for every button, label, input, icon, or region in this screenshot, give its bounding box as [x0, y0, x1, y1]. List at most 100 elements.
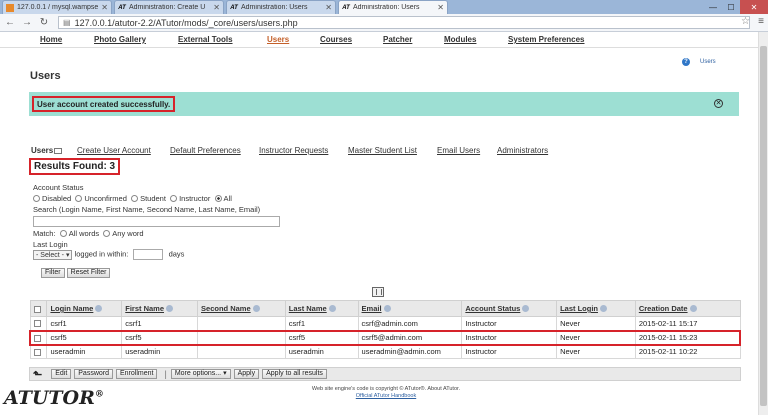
last-login-select[interactable]: - Select - ▾ — [33, 249, 73, 260]
logo-text: ATUTOR — [4, 387, 95, 409]
sort-icon[interactable] — [95, 305, 103, 312]
subnav-create-user-account[interactable]: Create User Account — [77, 146, 151, 155]
column-header-last-login[interactable]: Last Login — [556, 300, 636, 317]
status-radio-all[interactable] — [214, 195, 222, 202]
browser-tab-active[interactable]: AT Administration: Users ✕ — [338, 0, 448, 14]
match-radio-all-words[interactable] — [59, 230, 67, 237]
maximize-icon[interactable]: ☐ — [722, 0, 740, 14]
header-label: Second Name — [201, 304, 251, 313]
nav-users[interactable]: Users — [267, 35, 289, 44]
filter-button[interactable]: Filter — [41, 268, 65, 278]
users-table: Login Name First Name Second Name Last N… — [29, 300, 741, 359]
select-all-cell — [29, 300, 48, 317]
top-navigation: Home Photo Gallery External Tools Users … — [0, 32, 758, 48]
subnav-master-student-list[interactable]: Master Student List — [348, 146, 417, 155]
cell-email: csrf@admin.com — [357, 316, 463, 331]
close-feedback-icon[interactable]: ✕ — [714, 99, 723, 108]
tab-title: 127.0.0.1 / mysql.wampse — [17, 4, 99, 11]
footer-handbook-link[interactable]: Official ATutor Handbook — [296, 393, 476, 400]
column-header-login-name[interactable]: Login Name — [46, 300, 123, 317]
cell-first-name: csrf5 — [121, 329, 199, 346]
scrollbar-thumb[interactable] — [760, 46, 767, 406]
status-radio-student[interactable] — [131, 195, 139, 202]
cell-login-name: useradmin — [46, 344, 123, 359]
status-radio-instructor[interactable] — [170, 195, 178, 202]
apply-to-all-button[interactable]: Apply to all results — [262, 369, 327, 379]
sort-icon[interactable] — [328, 305, 336, 312]
page-icon: ▤ — [63, 18, 71, 27]
bookmark-star-icon[interactable]: ☆ — [741, 16, 750, 27]
match-radio-any-word[interactable] — [103, 230, 111, 237]
collapse-icon[interactable] — [54, 147, 63, 154]
more-options-select[interactable]: More options... ▾ — [170, 369, 231, 379]
help-link[interactable]: ? Users — [682, 56, 716, 67]
status-radio-disabled[interactable] — [33, 195, 40, 202]
bulk-action-bar: ⬑ Edit Password Enrollment | More option… — [29, 367, 741, 381]
browser-tab[interactable]: AT Administration: Users ✕ — [226, 0, 336, 14]
nav-external-tools[interactable]: External Tools — [178, 35, 233, 44]
subnav-email-users[interactable]: Email Users — [437, 146, 480, 155]
url-field[interactable]: ▤ 127.0.0.1/atutor-2.2/ATutor/mods/_core/… — [58, 16, 750, 29]
page-scrollbar[interactable] — [758, 32, 768, 415]
column-header-email[interactable]: Email — [357, 300, 463, 317]
subnav-default-preferences[interactable]: Default Preferences — [170, 146, 241, 155]
browser-tab[interactable]: 127.0.0.1 / mysql.wampse ✕ — [2, 0, 112, 14]
sort-icon[interactable] — [166, 305, 174, 312]
enrollment-button[interactable]: Enrollment — [116, 369, 158, 379]
sort-icon[interactable] — [522, 305, 530, 312]
reload-icon[interactable]: ↻ — [37, 16, 51, 30]
close-tab-icon[interactable]: ✕ — [437, 3, 444, 12]
footer: Web site engine's code is copyright © AT… — [296, 386, 476, 400]
days-input[interactable] — [133, 249, 164, 260]
column-header-last-name[interactable]: Last Name — [284, 300, 359, 317]
cell-email: csrf5@admin.com — [357, 329, 463, 346]
select-all-checkbox[interactable] — [33, 305, 41, 313]
nav-patcher[interactable]: Patcher — [383, 35, 412, 44]
column-header-first-name[interactable]: First Name — [121, 300, 199, 317]
browser-tab[interactable]: AT Administration: Create U ✕ — [114, 0, 224, 14]
subnav-instructor-requests[interactable]: Instructor Requests — [259, 146, 328, 155]
forward-icon[interactable]: → — [20, 16, 34, 30]
sort-icon[interactable] — [689, 305, 697, 312]
close-tab-icon[interactable]: ✕ — [325, 3, 332, 12]
page-title: Users — [30, 70, 61, 82]
sort-icon[interactable] — [252, 305, 260, 312]
column-header-account-status[interactable]: Account Status — [461, 300, 558, 317]
cell-creation-date: 2015-02-11 15:23 — [634, 329, 741, 346]
column-header-creation-date[interactable]: Creation Date — [634, 300, 741, 317]
subnav-users[interactable]: Users — [31, 146, 63, 155]
nav-courses[interactable]: Courses — [320, 35, 352, 44]
password-button[interactable]: Password — [74, 369, 113, 379]
status-radio-unconfirmed[interactable] — [75, 195, 83, 202]
reset-filter-button[interactable]: Reset Filter — [66, 268, 111, 278]
sort-icon[interactable] — [383, 305, 391, 312]
minimize-icon[interactable]: — — [704, 0, 722, 14]
column-toggle-icon[interactable] — [372, 287, 384, 297]
cell-account-status: Instructor — [461, 316, 558, 331]
apply-button[interactable]: Apply — [233, 369, 260, 379]
close-tab-icon[interactable]: ✕ — [101, 3, 108, 12]
header-label: Last Name — [288, 304, 327, 313]
window-close-icon[interactable]: ✕ — [740, 0, 768, 14]
browser-menu-icon[interactable]: ≡ — [758, 16, 764, 27]
table-row-highlighted[interactable]: csrf5 csrf5 csrf5 csrf5@admin.com Instru… — [29, 329, 741, 346]
table-row[interactable]: useradmin useradmin useradmin useradmin@… — [29, 344, 741, 359]
nav-modules[interactable]: Modules — [444, 35, 476, 44]
row-checkbox[interactable] — [33, 320, 41, 328]
row-checkbox[interactable] — [33, 348, 41, 356]
back-icon[interactable]: ← — [3, 16, 17, 30]
column-header-second-name[interactable]: Second Name — [197, 300, 286, 317]
row-checkbox[interactable] — [34, 334, 41, 342]
edit-button[interactable]: Edit — [51, 369, 72, 379]
cell-login-name: csrf5 — [46, 329, 123, 346]
table-row[interactable]: csrf1 csrf1 csrf1 csrf@admin.com Instruc… — [29, 316, 741, 331]
nav-photo-gallery[interactable]: Photo Gallery — [94, 35, 146, 44]
nav-system-preferences[interactable]: System Preferences — [508, 35, 585, 44]
subnav-administrators[interactable]: Administrators — [497, 146, 548, 155]
nav-home[interactable]: Home — [40, 35, 62, 44]
search-input[interactable] — [33, 216, 280, 227]
help-label: Users — [700, 58, 716, 65]
close-tab-icon[interactable]: ✕ — [213, 3, 220, 12]
match-option-label: Any word — [112, 229, 144, 238]
sort-icon[interactable] — [600, 305, 607, 312]
